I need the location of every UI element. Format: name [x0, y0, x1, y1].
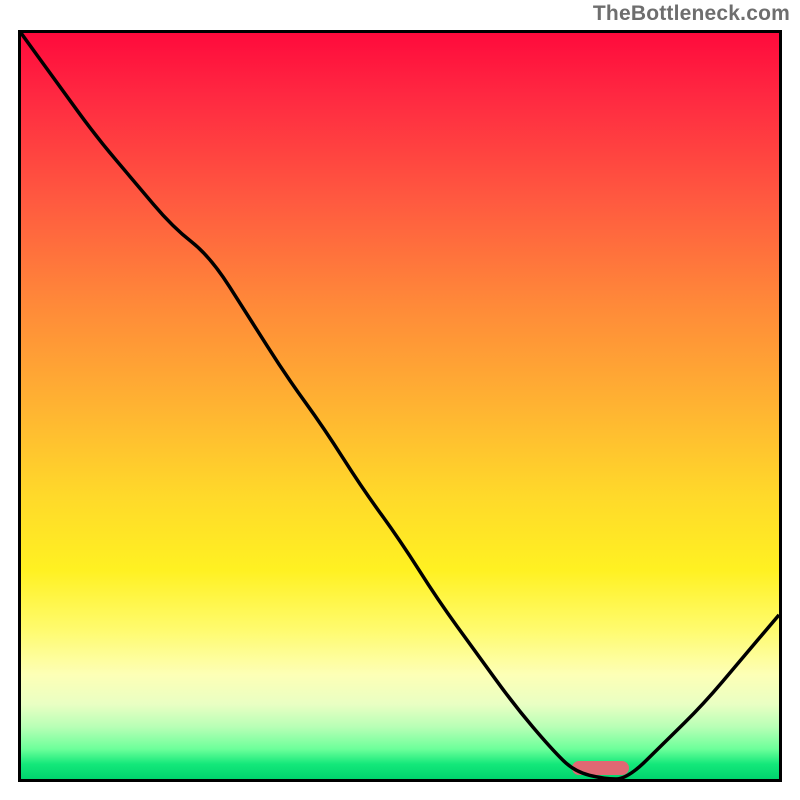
chart-stage: TheBottleneck.com: [0, 0, 800, 800]
plot-area: [18, 30, 782, 782]
bottleneck-curve: [21, 33, 779, 779]
watermark-text: TheBottleneck.com: [593, 2, 790, 26]
